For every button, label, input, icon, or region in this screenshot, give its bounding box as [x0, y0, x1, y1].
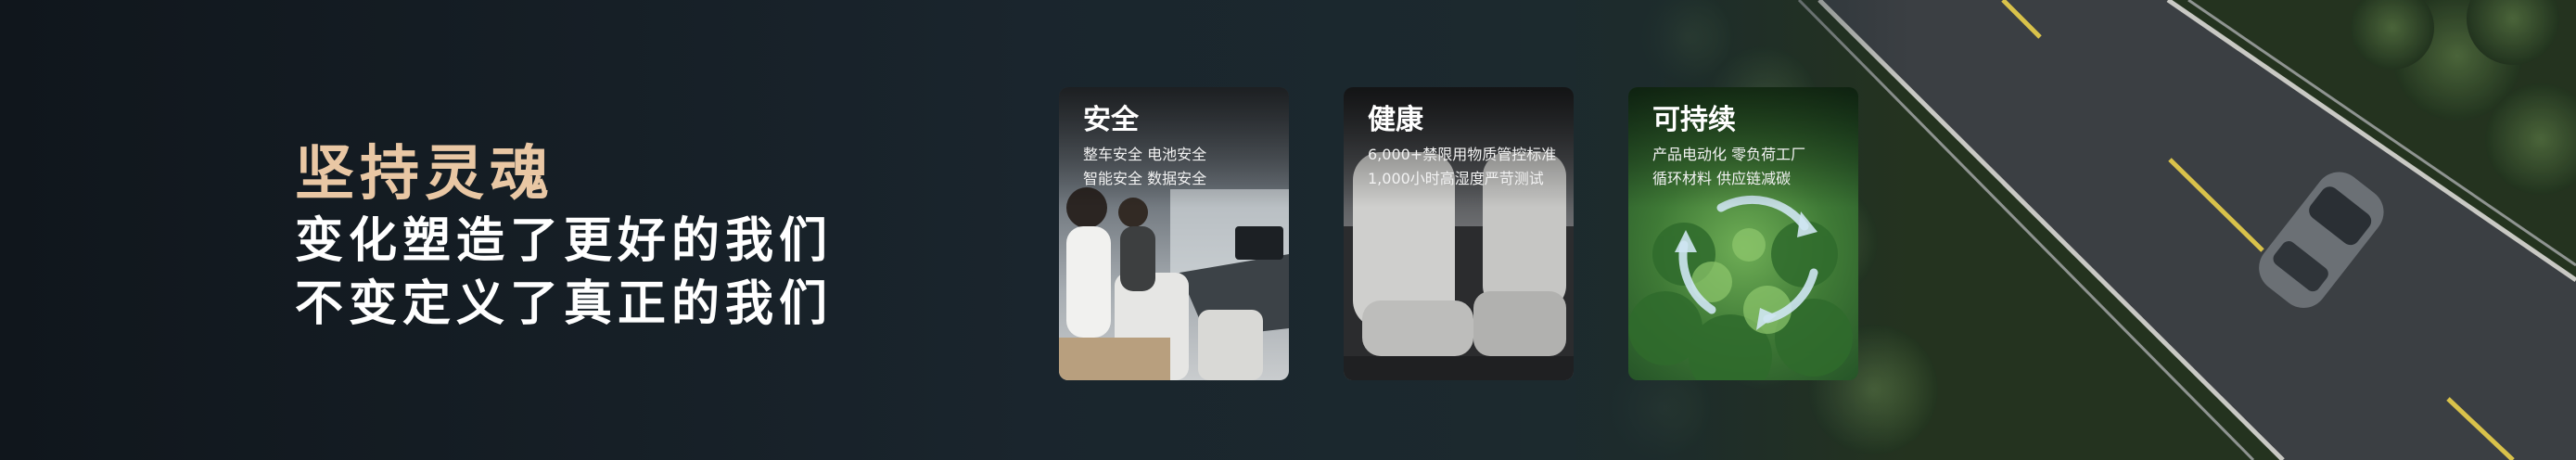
card-health-desc-line-1: 6,000+禁限用物质管控标准	[1368, 146, 1557, 163]
card-safety[interactable]: 安全 整车安全 电池安全 智能安全 数据安全	[1059, 87, 1289, 380]
card-safety-desc-line-2: 智能安全 数据安全	[1083, 170, 1207, 187]
hero-banner: 坚持灵魂 变化塑造了更好的我们 不变定义了真正的我们 安全 整车安全 电池安全 …	[0, 0, 2576, 460]
slogan-line-2: 不变定义了真正的我们	[295, 276, 834, 332]
card-sustainability-desc-line-2: 循环材料 供应链减碳	[1652, 170, 1792, 187]
card-sustainability-title: 可持续	[1652, 104, 1736, 136]
slogan-title: 坚持灵魂	[295, 140, 555, 209]
card-sustainability-desc-line-1: 产品电动化 零负荷工厂	[1652, 146, 1806, 163]
card-safety-desc-line-1: 整车安全 电池安全	[1083, 146, 1207, 163]
card-health[interactable]: 健康 6,000+禁限用物质管控标准 1,000小时高湿度严苛测试	[1344, 87, 1574, 380]
card-safety-title: 安全	[1083, 104, 1139, 136]
card-health-desc-line-2: 1,000小时高湿度严苛测试	[1368, 170, 1544, 187]
card-safety-desc: 整车安全 电池安全 智能安全 数据安全	[1083, 143, 1206, 191]
card-sustainability[interactable]: 可持续 产品电动化 零负荷工厂 循环材料 供应链减碳	[1628, 87, 1858, 380]
card-sustainability-desc: 产品电动化 零负荷工厂 循环材料 供应链减碳	[1652, 143, 1805, 191]
card-health-desc: 6,000+禁限用物质管控标准 1,000小时高湿度严苛测试	[1368, 143, 1556, 191]
slogan-line-1: 变化塑造了更好的我们	[295, 213, 834, 269]
card-health-title: 健康	[1368, 104, 1423, 136]
slogan-block: 坚持灵魂 变化塑造了更好的我们 不变定义了真正的我们	[295, 139, 833, 336]
